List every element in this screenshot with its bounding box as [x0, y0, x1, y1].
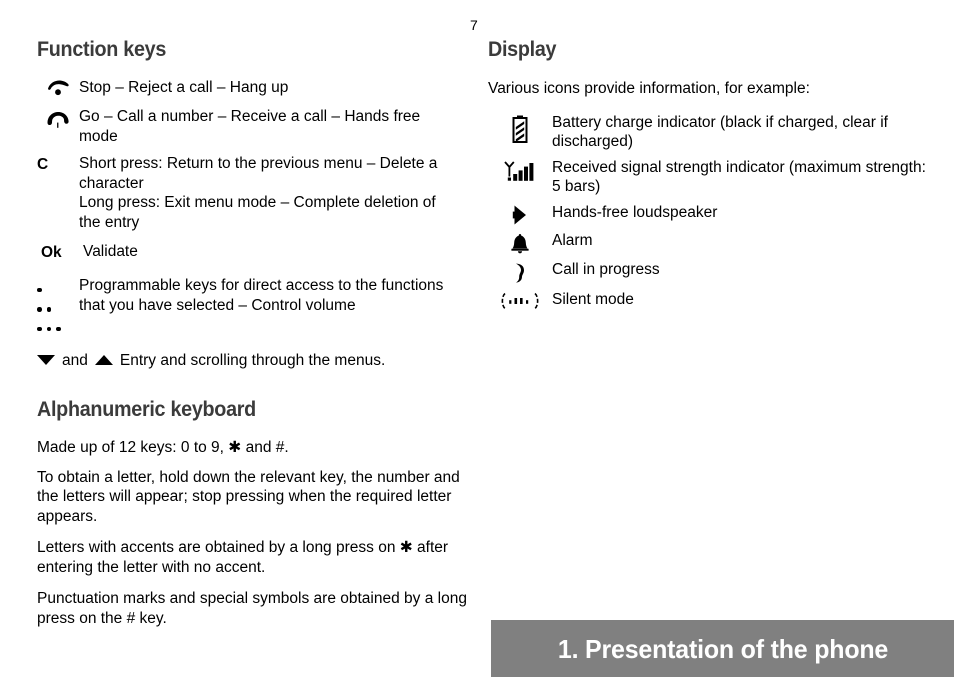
- scroll-keys-label: Entry and scrolling through the menus.: [119, 351, 386, 369]
- list-item: C Short press: Return to the previous me…: [37, 154, 469, 232]
- function-keys-list: Stop – Reject a call – Hang up Go – Call…: [37, 78, 469, 370]
- list-item-label: Validate: [83, 243, 138, 260]
- display-icons-list: Battery charge indicator (black if charg…: [488, 113, 938, 310]
- page-number: 7: [470, 17, 478, 33]
- list-item-label: Battery charge indicator (black if charg…: [552, 113, 888, 151]
- dot-row-three: [37, 319, 79, 339]
- and-label: and: [62, 351, 88, 369]
- phone-pickup-icon: [37, 107, 79, 130]
- scroll-keys-row: and Entry and scrolling through the menu…: [37, 351, 469, 371]
- call-in-progress-icon: [488, 260, 552, 284]
- alphanumeric-keyboard-body: Made up of 12 keys: 0 to 9, ✱ and #. To …: [37, 438, 469, 628]
- list-item-label: Programmable keys for direct access to t…: [79, 277, 444, 314]
- list-item-label: Call in progress: [552, 260, 660, 278]
- dot-icon: [46, 326, 51, 331]
- list-item-label: Alarm: [552, 231, 593, 249]
- dot-icon: [37, 287, 42, 292]
- list-item-label: Go – Call a number – Receive a call – Ha…: [79, 108, 421, 145]
- list-item: Call in progress: [488, 260, 938, 284]
- signal-strength-icon: [488, 158, 552, 182]
- silent-mode-icon: [488, 290, 552, 310]
- list-item-label: Hands-free loudspeaker: [552, 203, 718, 221]
- battery-charge-icon: [488, 113, 552, 143]
- page-title-display: Display: [488, 38, 557, 61]
- arrow-up-icon: [94, 355, 113, 366]
- paragraph: To obtain a letter, hold down the releva…: [37, 468, 460, 525]
- manual-page: 7 Function keys Stop – Reject a call – H…: [0, 0, 954, 677]
- alarm-bell-icon: [488, 231, 552, 254]
- dot-icon: [37, 326, 42, 331]
- right-column: Display Various icons provide informatio…: [488, 38, 938, 316]
- left-column: Function keys Stop – Reject a call – Han…: [37, 38, 469, 638]
- paragraph: Letters with accents are obtained by a l…: [37, 539, 449, 576]
- ok-key-icon: Ok: [37, 242, 83, 262]
- arrow-down-icon: [37, 355, 55, 366]
- paragraph: Punctuation marks and special symbols ar…: [37, 590, 467, 627]
- list-item: Received signal strength indicator (maxi…: [488, 158, 938, 197]
- list-item-programmable-keys: Programmable keys for direct access to t…: [37, 276, 469, 339]
- list-item-label: Stop – Reject a call – Hang up: [79, 79, 289, 96]
- dot-row-two: [37, 300, 79, 320]
- page-title-alphanumeric-keyboard: Alphanumeric keyboard: [37, 398, 256, 421]
- dot-icon: [56, 326, 61, 331]
- phone-hangup-icon: [37, 78, 79, 99]
- list-item: Battery charge indicator (black if charg…: [488, 113, 938, 152]
- list-item: Silent mode: [488, 290, 938, 310]
- list-item-label: Received signal strength indicator (maxi…: [552, 158, 926, 196]
- list-item-label: Short press: Return to the previous menu…: [79, 155, 438, 231]
- list-item: Stop – Reject a call – Hang up: [37, 78, 469, 99]
- hands-free-loudspeaker-icon: [488, 203, 552, 225]
- list-item: Hands-free loudspeaker: [488, 203, 938, 225]
- dot-icon: [37, 307, 42, 312]
- c-key-label: C: [37, 156, 49, 173]
- list-item: Ok Validate: [37, 242, 469, 262]
- list-item: Alarm: [488, 231, 938, 254]
- dot-icon: [46, 307, 51, 312]
- chapter-title: 1. Presentation of the phone: [557, 633, 888, 664]
- page-title-function-keys: Function keys: [37, 38, 167, 61]
- c-key-icon: C: [37, 154, 79, 174]
- dot-row-one: [37, 280, 79, 300]
- ok-key-label: Ok: [41, 244, 62, 261]
- display-intro: Various icons provide information, for e…: [488, 80, 810, 97]
- paragraph: Made up of 12 keys: 0 to 9, ✱ and #.: [37, 439, 289, 456]
- list-item-label: Silent mode: [552, 290, 634, 308]
- list-item: Go – Call a number – Receive a call – Ha…: [37, 107, 469, 146]
- chapter-footer-banner: 1. Presentation of the phone: [491, 620, 954, 677]
- programmable-dots-icon: [37, 276, 79, 339]
